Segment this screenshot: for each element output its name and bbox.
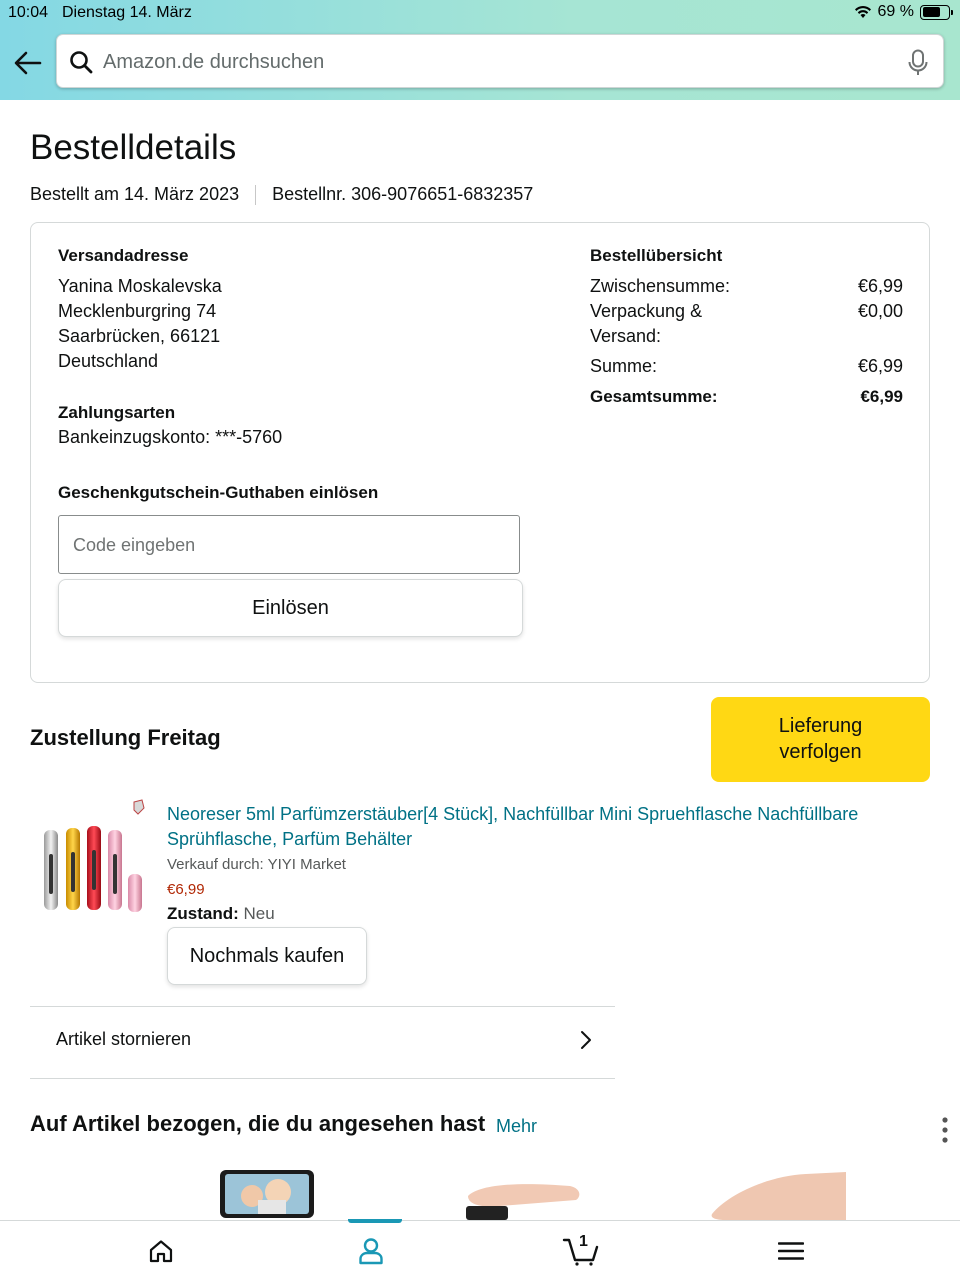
status-date: Dienstag 14. März — [62, 4, 192, 21]
home-icon — [149, 1240, 173, 1263]
divider — [30, 1078, 615, 1079]
recommendation-image-phone[interactable] — [218, 1166, 316, 1220]
status-time: 10:04 — [8, 4, 49, 21]
sum-label: Summe: — [590, 356, 658, 376]
subtotal-value: €6,99 — [857, 276, 903, 296]
summary-sum-row: Summe: €6,99 — [590, 354, 903, 379]
cancel-items-link[interactable]: Artikel stornieren — [56, 1029, 191, 1050]
recommendation-image-hand[interactable] — [460, 1166, 584, 1220]
order-number: Bestellnr. 306-9076651-6832357 — [272, 184, 534, 204]
shipping-heading: Versandadresse — [58, 246, 189, 265]
bottom-navigation: 1 — [0, 1219, 960, 1280]
shipping-cost-label-2: Versand: — [590, 326, 662, 346]
battery-percent: 69 % — [877, 3, 914, 20]
divider — [255, 184, 257, 205]
status-right: 69 % — [854, 3, 953, 21]
shipping-street: Mecklenburgring 74 — [58, 301, 217, 321]
condition-label: Zustand: — [167, 904, 239, 923]
order-meta: Bestellt am 14. März 2023 Bestellnr. 306… — [30, 184, 533, 205]
condition-value: Neu — [243, 904, 275, 923]
total-value: €6,99 — [860, 387, 903, 406]
shipping-name: Yanina Moskalevska — [58, 276, 222, 296]
recommendations-heading: Auf Artikel bezogen, die du angesehen ha… — [30, 1111, 486, 1136]
payment-method: Bankeinzugskonto: ***-5760 — [58, 427, 283, 447]
cart-count-badge: 1 — [579, 1233, 588, 1250]
shipping-cost-value: €0,00 — [857, 301, 903, 321]
menu-icon — [778, 1242, 804, 1260]
account-icon — [359, 1238, 383, 1265]
battery-icon — [920, 4, 953, 20]
more-link[interactable]: Mehr — [496, 1116, 537, 1137]
gift-card-heading: Geschenkgutschein-Guthaben einlösen — [58, 483, 379, 502]
page-title: Bestelldetails — [30, 128, 237, 167]
seller-info: Verkauf durch: YIYI Market — [167, 856, 346, 873]
payment-heading: Zahlungsarten — [58, 403, 176, 422]
order-details-card: Versandadresse Yanina Moskalevska Meckle… — [30, 222, 930, 683]
sum-value: €6,99 — [857, 356, 903, 376]
back-arrow-icon[interactable] — [14, 50, 42, 76]
search-placeholder: Amazon.de durchsuchen — [103, 51, 325, 73]
wifi-icon — [854, 5, 871, 18]
product-image[interactable] — [38, 798, 150, 916]
shipping-country: Deutschland — [58, 351, 159, 371]
delivery-heading: Zustellung Freitag — [30, 725, 221, 750]
gift-code-field[interactable]: Code eingeben — [58, 515, 520, 574]
status-bar: 10:04 Dienstag 14. März 69 % — [0, 0, 960, 26]
nav-cart[interactable]: 1 — [521, 1221, 641, 1280]
summary-total-row: Gesamtsumme: €6,99 — [590, 384, 903, 409]
track-label-line1: Lieferung — [778, 715, 863, 737]
search-input[interactable]: Amazon.de durchsuchen — [56, 34, 944, 88]
order-date: Bestellt am 14. März 2023 — [30, 184, 240, 204]
total-label: Gesamtsumme: — [590, 387, 718, 406]
divider — [30, 1006, 615, 1007]
summary-subtotal-row: Zwischensumme: €6,99 — [590, 274, 903, 299]
header-bar: 10:04 Dienstag 14. März 69 % Amazon.de d… — [0, 0, 960, 100]
summary-heading: Bestellübersicht — [590, 246, 723, 265]
track-label-line2: verfolgen — [779, 741, 862, 763]
more-options-icon[interactable] — [940, 1116, 950, 1144]
shipping-city: Saarbrücken, 66121 — [58, 326, 221, 346]
product-price: €6,99 — [167, 881, 205, 898]
nav-home[interactable] — [101, 1221, 221, 1280]
nav-menu[interactable] — [731, 1221, 851, 1280]
product-title-link[interactable]: Neoreser 5ml Parfümzerstäuber[4 Stück], … — [167, 802, 887, 852]
shipping-cost-label-1: Verpackung & — [590, 301, 703, 321]
product-condition: Zustand: Neu — [167, 904, 275, 924]
subtotal-label: Zwischensumme: — [590, 276, 731, 296]
track-package-button[interactable]: Lieferung verfolgen — [711, 697, 930, 782]
summary-shipping-row: Verpackung & Versand: €0,00 — [590, 299, 903, 349]
redeem-button[interactable]: Einlösen — [58, 579, 523, 637]
nav-account[interactable] — [311, 1221, 431, 1280]
buy-again-button[interactable]: Nochmals kaufen — [167, 927, 367, 985]
microphone-icon[interactable] — [907, 49, 929, 77]
recommendation-image-finger[interactable] — [706, 1166, 846, 1220]
chevron-right-icon[interactable] — [576, 1030, 594, 1050]
search-icon — [70, 51, 93, 74]
